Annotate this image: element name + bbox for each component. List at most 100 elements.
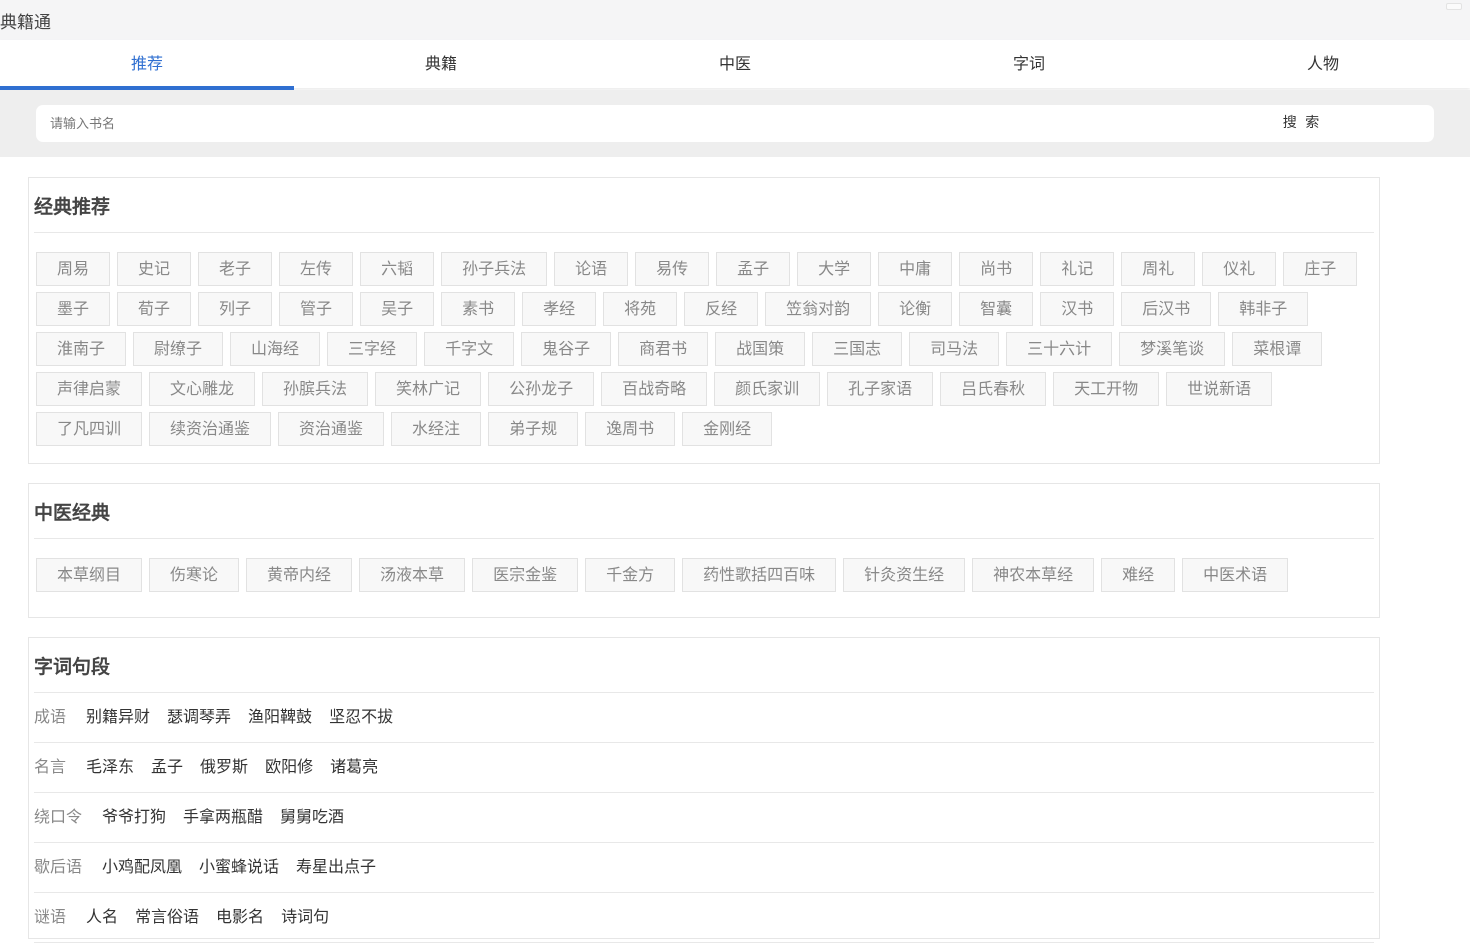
book-chip[interactable]: 孝经	[522, 292, 597, 326]
words-row-item[interactable]: 小鸡配凤凰	[102, 857, 182, 876]
book-chip[interactable]: 战国策	[715, 332, 806, 366]
book-chip[interactable]: 韩非子	[1218, 292, 1309, 326]
words-row-item[interactable]: 欧阳修	[265, 757, 313, 776]
book-chip[interactable]: 公孙龙子	[488, 372, 595, 406]
book-chip[interactable]: 梦溪笔谈	[1119, 332, 1226, 366]
book-chip[interactable]: 了凡四训	[36, 412, 143, 446]
book-chip[interactable]: 墨子	[36, 292, 111, 326]
words-row-item[interactable]: 瑟调琴弄	[167, 707, 231, 726]
search-input[interactable]	[48, 105, 1152, 144]
book-chip[interactable]: 孟子	[716, 252, 791, 286]
window-control-button[interactable]	[1446, 3, 1462, 10]
book-chip[interactable]: 针灸资生经	[843, 558, 966, 592]
book-chip[interactable]: 论衡	[878, 292, 953, 326]
tab-recommend[interactable]: 推荐	[0, 40, 294, 90]
book-chip[interactable]: 三十六计	[1006, 332, 1113, 366]
book-chip[interactable]: 鬼谷子	[521, 332, 612, 366]
book-chip[interactable]: 荀子	[117, 292, 192, 326]
book-chip[interactable]: 后汉书	[1121, 292, 1212, 326]
book-chip[interactable]: 素书	[441, 292, 516, 326]
book-chip[interactable]: 千金方	[585, 558, 676, 592]
tab-tcm[interactable]: 中医	[588, 40, 882, 88]
words-row-item[interactable]: 爷爷打狗	[102, 807, 166, 826]
words-row-item[interactable]: 寿星出点子	[296, 857, 376, 876]
words-row-item[interactable]: 诗词句	[281, 907, 329, 926]
book-chip[interactable]: 中庸	[878, 252, 953, 286]
words-row-item[interactable]: 渔阳鞞鼓	[248, 707, 312, 726]
book-chip[interactable]: 左传	[279, 252, 354, 286]
book-chip[interactable]: 大学	[797, 252, 872, 286]
book-chip[interactable]: 庄子	[1283, 252, 1358, 286]
book-chip[interactable]: 尉缭子	[133, 332, 224, 366]
book-chip[interactable]: 笑林广记	[375, 372, 482, 406]
book-chip[interactable]: 菜根谭	[1232, 332, 1323, 366]
words-row-item[interactable]: 孟子	[151, 757, 183, 776]
book-chip[interactable]: 天工开物	[1053, 372, 1160, 406]
book-chip[interactable]: 孙子兵法	[441, 252, 548, 286]
words-row-item[interactable]: 常言俗语	[135, 907, 199, 926]
book-chip[interactable]: 声律启蒙	[36, 372, 143, 406]
book-chip[interactable]: 中医术语	[1182, 558, 1289, 592]
book-chip[interactable]: 黄帝内经	[246, 558, 353, 592]
words-row-item[interactable]: 电影名	[216, 907, 264, 926]
book-chip[interactable]: 山海经	[230, 332, 321, 366]
book-chip[interactable]: 论语	[554, 252, 629, 286]
book-chip[interactable]: 资治通鉴	[278, 412, 385, 446]
book-chip[interactable]: 百战奇略	[601, 372, 708, 406]
book-chip[interactable]: 仪礼	[1202, 252, 1277, 286]
book-chip[interactable]: 尚书	[959, 252, 1034, 286]
tab-people[interactable]: 人物	[1176, 40, 1470, 88]
book-chip[interactable]: 淮南子	[36, 332, 127, 366]
book-chip[interactable]: 管子	[279, 292, 354, 326]
search-button[interactable]: 搜 索	[1250, 105, 1354, 142]
book-chip[interactable]: 金刚经	[682, 412, 773, 446]
book-chip[interactable]: 神农本草经	[972, 558, 1095, 592]
book-chip[interactable]: 老子	[198, 252, 273, 286]
book-chip[interactable]: 孔子家语	[827, 372, 934, 406]
book-chip[interactable]: 汤液本草	[359, 558, 466, 592]
book-chip[interactable]: 笠翁对韵	[765, 292, 872, 326]
words-row-item[interactable]: 舅舅吃酒	[280, 807, 344, 826]
book-chip[interactable]: 药性歌括四百味	[682, 558, 837, 592]
words-row-item[interactable]: 别籍异财	[86, 707, 150, 726]
words-row-item[interactable]: 俄罗斯	[200, 757, 248, 776]
book-chip[interactable]: 周礼	[1121, 252, 1196, 286]
book-chip[interactable]: 司马法	[909, 332, 1000, 366]
words-row-item[interactable]: 人名	[86, 907, 118, 926]
book-chip[interactable]: 文心雕龙	[149, 372, 256, 406]
book-chip[interactable]: 难经	[1101, 558, 1176, 592]
book-chip[interactable]: 将苑	[603, 292, 678, 326]
words-row-item[interactable]: 诸葛亮	[330, 757, 378, 776]
book-chip[interactable]: 孙膑兵法	[262, 372, 369, 406]
book-chip[interactable]: 水经注	[391, 412, 482, 446]
book-chip[interactable]: 弟子规	[488, 412, 579, 446]
book-chip[interactable]: 商君书	[618, 332, 709, 366]
book-chip[interactable]: 易传	[635, 252, 710, 286]
book-chip[interactable]: 史记	[117, 252, 192, 286]
book-chip[interactable]: 吴子	[360, 292, 435, 326]
book-chip[interactable]: 智囊	[959, 292, 1034, 326]
book-chip[interactable]: 续资治通鉴	[149, 412, 272, 446]
book-chip[interactable]: 列子	[198, 292, 273, 326]
book-chip[interactable]: 本草纲目	[36, 558, 143, 592]
book-chip[interactable]: 千字文	[424, 332, 515, 366]
book-chip[interactable]: 周易	[36, 252, 111, 286]
words-row-item[interactable]: 毛泽东	[86, 757, 134, 776]
book-chip[interactable]: 伤寒论	[149, 558, 240, 592]
book-chip[interactable]: 六韬	[360, 252, 435, 286]
words-row-item[interactable]: 小蜜蜂说话	[199, 857, 279, 876]
book-chip[interactable]: 三国志	[812, 332, 903, 366]
book-chip[interactable]: 反经	[684, 292, 759, 326]
words-row-item[interactable]: 坚忍不拔	[329, 707, 393, 726]
tab-words[interactable]: 字词	[882, 40, 1176, 88]
book-chip[interactable]: 世说新语	[1166, 372, 1273, 406]
book-chip[interactable]: 逸周书	[585, 412, 676, 446]
book-chip[interactable]: 礼记	[1040, 252, 1115, 286]
book-chip[interactable]: 三字经	[327, 332, 418, 366]
book-chip[interactable]: 医宗金鉴	[472, 558, 579, 592]
book-chip[interactable]: 汉书	[1040, 292, 1115, 326]
tab-classics[interactable]: 典籍	[294, 40, 588, 88]
book-chip[interactable]: 颜氏家训	[714, 372, 821, 406]
words-row-item[interactable]: 手拿两瓶醋	[183, 807, 263, 826]
book-chip[interactable]: 吕氏春秋	[940, 372, 1047, 406]
